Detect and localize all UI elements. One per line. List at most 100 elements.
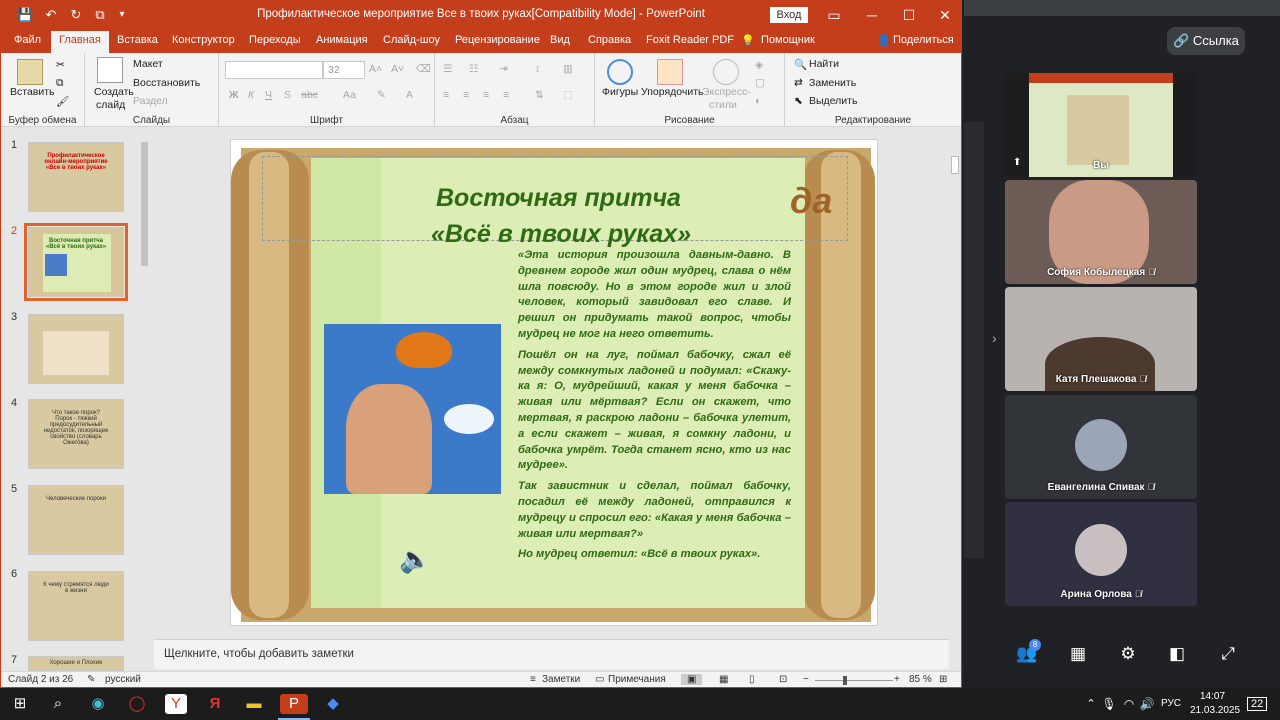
slide-thumbnail-1[interactable]: Профилактическое онлайн-мероприятие «Все… [28, 142, 124, 212]
grow-font-icon[interactable]: A˄ [369, 63, 382, 75]
search-icon[interactable]: ⌕ [47, 694, 69, 714]
slide-thumbnail-3[interactable] [28, 314, 124, 384]
zoom-slider[interactable] [815, 676, 893, 685]
bold-button[interactable]: Ж [229, 89, 239, 101]
maximize-button[interactable]: ☐ [894, 5, 924, 25]
quick-styles-button[interactable]: Экспресс- [702, 86, 751, 98]
powerpoint-taskbar-icon[interactable]: P [280, 694, 308, 714]
underline-button[interactable]: Ч [265, 89, 272, 101]
italic-button[interactable]: К [248, 89, 254, 101]
yandex-browser-icon[interactable]: Я [204, 694, 226, 714]
tab-transitions[interactable]: Переходы [249, 34, 301, 46]
notification-center-icon[interactable]: 22 [1247, 697, 1268, 711]
font-size-select[interactable]: 32 [323, 61, 365, 79]
participant-tile[interactable]: Евангелина Спивак 🎙̸ [1005, 395, 1197, 499]
shape-fill-icon[interactable]: ◈ [755, 59, 763, 71]
tab-slideshow[interactable]: Слайд-шоу [383, 34, 440, 46]
opera-icon[interactable]: ◯ [126, 694, 148, 714]
slide-thumbnail-7[interactable]: Хорошие и Плохие [28, 656, 124, 671]
highlight-icon[interactable]: ✎ [377, 89, 386, 101]
columns-icon[interactable]: ▥ [563, 63, 573, 75]
text-direction-icon[interactable]: ⇅ [535, 89, 544, 101]
reading-view-icon[interactable]: ▯ [749, 674, 755, 685]
slide-thumbnail-5[interactable]: Человеческие пороки [28, 485, 124, 555]
keyboard-language[interactable]: РУС [1161, 698, 1181, 709]
tab-foxit[interactable]: Foxit Reader PDF [646, 34, 734, 46]
comments-button[interactable]: Примечания [608, 674, 666, 685]
copy-icon[interactable]: ⧉ [56, 77, 64, 90]
bullets-icon[interactable]: ☰ [443, 63, 452, 75]
zoom-out-icon[interactable]: − [803, 674, 809, 685]
thumbnail-scrollbar[interactable] [139, 128, 149, 671]
scrollbar-thumb[interactable] [951, 156, 959, 174]
arrange-icon[interactable] [657, 59, 683, 85]
indent-icon[interactable]: ⇥ [499, 63, 508, 75]
pip-icon[interactable]: ◧ [1166, 643, 1188, 665]
tab-view[interactable]: Вид [550, 34, 570, 46]
quick-styles-icon[interactable] [713, 59, 739, 85]
tab-tell-me[interactable]: Помощник [761, 34, 815, 46]
slide-vertical-scrollbar[interactable] [949, 128, 961, 671]
clock-time[interactable]: 14:07 [1200, 691, 1225, 702]
edge-icon[interactable]: ◉ [87, 694, 109, 714]
windows-start-icon[interactable]: ⊞ [9, 694, 31, 714]
audio-speaker-icon[interactable]: 🔈 [399, 544, 431, 575]
align-center-icon[interactable]: ≡ [463, 89, 469, 101]
language-indicator[interactable]: русский [105, 674, 141, 685]
paste-icon[interactable] [17, 59, 43, 85]
change-case-button[interactable]: Аа [343, 89, 356, 101]
ribbon-display-icon[interactable]: ▭ [819, 5, 849, 25]
meeting-app-icon[interactable]: ◆ [322, 694, 344, 714]
comments-icon[interactable]: ▭ [595, 674, 604, 685]
notes-button[interactable]: Заметки [542, 674, 580, 685]
cut-icon[interactable]: ✂ [56, 59, 65, 71]
gear-icon[interactable]: ⚙ [1117, 643, 1139, 665]
share-button[interactable]: Поделиться [893, 34, 954, 46]
align-right-icon[interactable]: ≡ [483, 89, 489, 101]
slide-thumbnail-2[interactable]: Восточная притча «Всё в твоих руках» [24, 223, 128, 301]
yandex-icon[interactable]: Y [165, 694, 187, 714]
reset-button[interactable]: Восстановить [133, 77, 200, 89]
participant-tile-self[interactable]: ⬆ Вы [1005, 73, 1197, 177]
normal-view-icon[interactable]: ▣ [681, 674, 703, 685]
microphone-icon[interactable]: 🎙 [1098, 694, 1120, 714]
scrollbar-thumb[interactable] [141, 142, 148, 266]
tab-animation[interactable]: Анимация [316, 34, 368, 46]
arrange-button[interactable]: Упорядочить [641, 86, 703, 98]
clear-format-icon[interactable]: ⌫ [416, 63, 431, 75]
tab-insert[interactable]: Вставка [117, 34, 158, 46]
shrink-font-icon[interactable]: A˅ [391, 63, 404, 75]
numbering-icon[interactable]: ☷ [469, 63, 478, 75]
close-button[interactable]: ✕ [930, 5, 960, 25]
shapes-button[interactable]: Фигуры [602, 86, 638, 98]
paste-button[interactable]: Вставить [10, 86, 55, 98]
new-slide-button[interactable]: Создать [94, 86, 134, 98]
slide-thumbnail-4[interactable]: Что такое порок? Порок - тяжкий предосуд… [28, 399, 124, 469]
shape-effects-icon[interactable]: ◐ [755, 95, 761, 107]
chevron-right-icon[interactable]: › [992, 330, 997, 346]
justify-icon[interactable]: ≡ [503, 89, 509, 101]
find-button[interactable]: Найти [809, 58, 839, 70]
font-family-select[interactable] [225, 61, 323, 79]
replace-button[interactable]: Заменить [809, 77, 856, 89]
shapes-icon[interactable] [607, 59, 633, 85]
participant-tile[interactable]: Арина Орлова 🎙̸ [1005, 502, 1197, 606]
align-left-icon[interactable]: ≡ [443, 89, 449, 101]
minimize-button[interactable]: ─ [857, 5, 887, 25]
tab-file[interactable]: Файл [14, 34, 41, 46]
tab-design[interactable]: Конструктор [172, 34, 235, 46]
new-slide-icon[interactable] [97, 57, 123, 83]
fit-to-window-icon[interactable]: ⊞ [939, 674, 947, 685]
layout-button[interactable]: Макет [133, 58, 163, 70]
participant-tile[interactable]: Катя Плешакова 🎙̸ [1005, 287, 1197, 391]
format-painter-icon[interactable]: 🖌 [56, 95, 69, 108]
participant-tile[interactable]: София Кобылецкая 🎙̸ [1005, 180, 1197, 284]
notes-pane[interactable]: Щелкните, чтобы добавить заметки [154, 639, 949, 669]
zoom-level[interactable]: 85 % [909, 674, 932, 685]
zoom-slider-handle[interactable] [843, 676, 847, 685]
slide-canvas[interactable]: да Восточная притча «Всё в твоих руках» … [230, 139, 878, 626]
fullscreen-icon[interactable]: ⤢ [1217, 643, 1239, 665]
tab-home[interactable]: Главная [51, 31, 109, 53]
smartart-icon[interactable]: ⬚ [563, 89, 573, 101]
select-button[interactable]: Выделить [809, 95, 857, 107]
